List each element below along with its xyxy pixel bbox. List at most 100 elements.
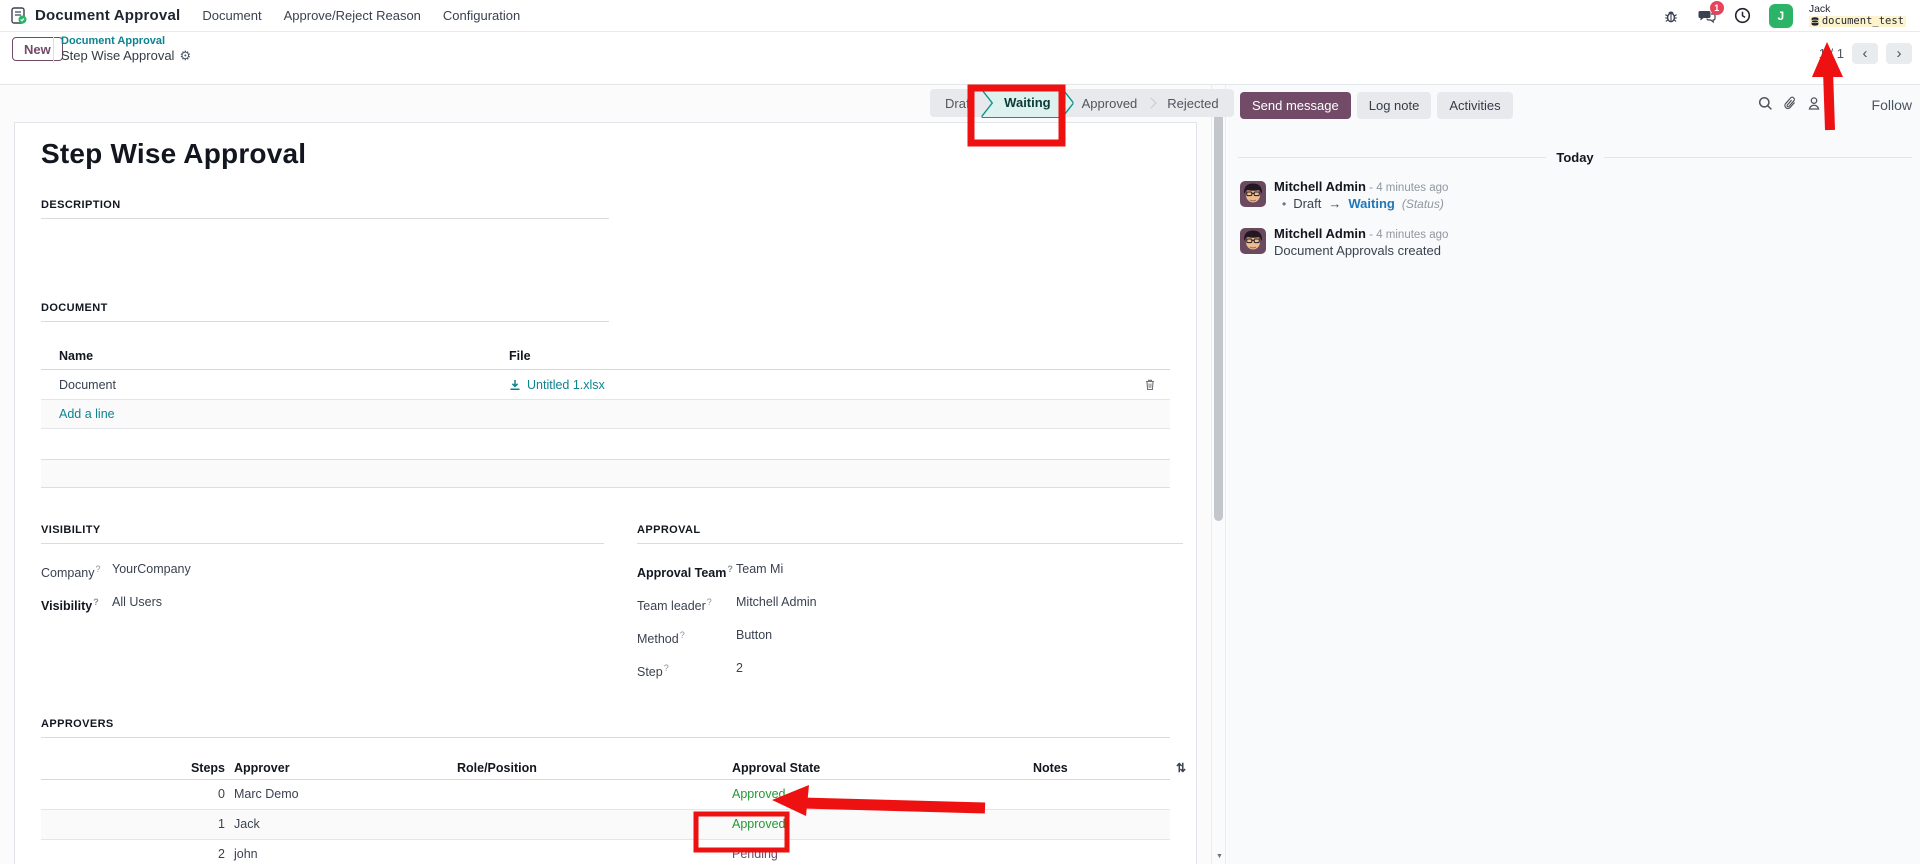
description-field[interactable] [41,219,1170,299]
approval-team-value[interactable]: Team Mi [736,561,783,581]
pager-count: 1 / 1 [1818,46,1844,61]
document-row[interactable]: Document Untitled 1.xlsx [41,370,1170,400]
optional-columns-toggle-icon[interactable]: ⇅ [1176,761,1196,775]
message-time: - 4 minutes ago [1369,229,1449,241]
follow-button[interactable]: Follow [1872,97,1912,113]
help-icon: ? [727,564,733,574]
approval-team-label: Approval Team? [637,564,733,581]
help-icon: ? [663,663,669,674]
tracking-field-name: (Status) [1401,196,1444,211]
method-value[interactable]: Button [736,627,772,647]
activity-clock-icon[interactable] [1733,6,1753,26]
download-icon[interactable] [509,379,521,391]
approvers-col-role[interactable]: Role/Position [450,761,725,775]
document-col-name[interactable]: Name [41,349,491,363]
approver-row[interactable]: 2 john Pending [41,840,1170,864]
tracking-arrow-icon: → [1328,196,1342,211]
status-step-approved[interactable]: Approved [1067,89,1153,117]
add-a-line-link[interactable]: Add a line [41,407,491,421]
breadcrumb-divider [53,37,54,63]
debug-bug-icon[interactable] [1661,6,1681,26]
new-button[interactable]: New [12,37,63,61]
chatter-message-note[interactable]: Mitchell Admin - 4 minutes ago Document … [1240,226,1912,258]
scroll-down-arrow[interactable]: ▼ [1212,853,1227,860]
step-label: Step? [637,663,669,680]
breadcrumb-parent-link[interactable]: Document Approval [61,35,191,47]
company-value-link[interactable]: YourCompany [112,561,191,581]
approval-state-badge: Approved [732,787,786,802]
help-icon: ? [93,597,99,608]
section-visibility-label: VISIBILITY [41,524,101,536]
chatter-message-tracking[interactable]: Mitchell Admin - 4 minutes ago • Draft →… [1240,179,1912,211]
delete-trash-icon[interactable] [1144,378,1156,391]
author-avatar [1240,228,1266,254]
approver-row[interactable]: 0 Marc Demo Approved [41,780,1170,810]
approvers-col-notes[interactable]: Notes [1026,761,1176,775]
file-link[interactable]: Untitled 1.xlsx [527,378,605,392]
document-name-cell[interactable]: Document [41,378,491,392]
team-leader-value-link[interactable]: Mitchell Admin [736,594,817,614]
breadcrumb: Document Approval Step Wise Approval ⚙ [61,35,191,63]
user-name: Jack [1808,3,1831,15]
log-note-button[interactable]: Log note [1356,92,1432,119]
send-message-button[interactable]: Send message [1240,92,1351,119]
top-navbar: Document Approval Document Approve/Rejec… [0,0,1920,32]
help-icon: ? [679,630,685,641]
breadcrumb-current: Step Wise Approval [61,48,175,63]
company-label: Company? [41,564,101,581]
user-info[interactable]: Jack document_test [1808,3,1910,27]
scrollbar-thumb[interactable] [1214,101,1223,521]
help-icon: ? [95,564,101,574]
form-sheet: Step Wise Approval DESCRIPTION DOCUMENT … [14,122,1197,864]
section-approvers-label: APPROVERS [41,717,114,730]
app-switcher[interactable]: Document Approval [10,7,180,24]
approver-row[interactable]: 1 Jack Approved [41,809,1170,840]
approval-state-badge: Approved [732,817,786,832]
action-gear-icon[interactable]: ⚙ [179,49,191,62]
record-title[interactable]: Step Wise Approval [41,138,1170,170]
approvers-col-approver[interactable]: Approver [227,761,450,775]
bullet-icon: • [1282,196,1287,211]
approvers-col-steps[interactable]: Steps [41,761,227,775]
approval-group: APPROVAL Approval Team? Team Mi Team lea… [637,521,1183,694]
step-value[interactable]: 2 [736,660,743,680]
document-table: Name File Document Untitled 1.xlsx Add a… [41,342,1170,429]
message-author[interactable]: Mitchell Admin [1274,179,1366,194]
section-approval-label: APPROVAL [637,524,701,536]
menu-approve-reject-reason[interactable]: Approve/Reject Reason [284,8,421,23]
pager: 1 / 1 ‹ › [1819,43,1912,64]
control-panel: New Document Approval Step Wise Approval… [0,32,1920,85]
tracking-new-value: Waiting [1348,196,1395,211]
content-area: Draft Waiting Approved Rejected Step Wis… [0,85,1920,864]
pager-next-button[interactable]: › [1886,43,1912,64]
visibility-group: VISIBILITY Company? YourCompany Visibili… [41,521,604,627]
message-author[interactable]: Mitchell Admin [1274,226,1366,241]
menu-configuration[interactable]: Configuration [443,8,520,23]
activities-button[interactable]: Activities [1437,92,1513,119]
tracking-old-value: Draft [1293,196,1322,211]
date-divider-label: Today [1556,150,1594,165]
user-avatar[interactable]: J [1768,3,1793,28]
messages-icon[interactable]: 1 [1697,0,1724,26]
pager-previous-button[interactable]: ‹ [1852,43,1878,64]
followers-person-icon[interactable] [1807,96,1821,111]
search-messages-icon[interactable] [1758,96,1773,111]
database-name: document_test [1808,16,1906,27]
approvers-col-state[interactable]: Approval State [725,761,1026,775]
empty-list-placeholder [41,459,1170,488]
document-col-file[interactable]: File [491,349,1130,363]
menu-document[interactable]: Document [202,8,261,23]
attachments-paperclip-icon[interactable] [1783,96,1797,111]
status-step-waiting-active[interactable]: Waiting [982,89,1072,117]
team-leader-label: Team leader? [637,597,712,614]
status-step-rejected[interactable]: Rejected [1152,89,1233,117]
vertical-scrollbar[interactable]: ▲ ▼ [1211,85,1226,864]
app-name: Document Approval [35,7,181,24]
message-body: Document Approvals created [1274,243,1441,258]
message-count-badge: 1 [1709,0,1724,15]
help-icon: ? [706,597,712,608]
visibility-value[interactable]: All Users [112,594,162,614]
database-icon [1811,17,1819,26]
status-step-draft[interactable]: Draft [930,89,988,117]
section-document-label: DOCUMENT [41,302,108,314]
